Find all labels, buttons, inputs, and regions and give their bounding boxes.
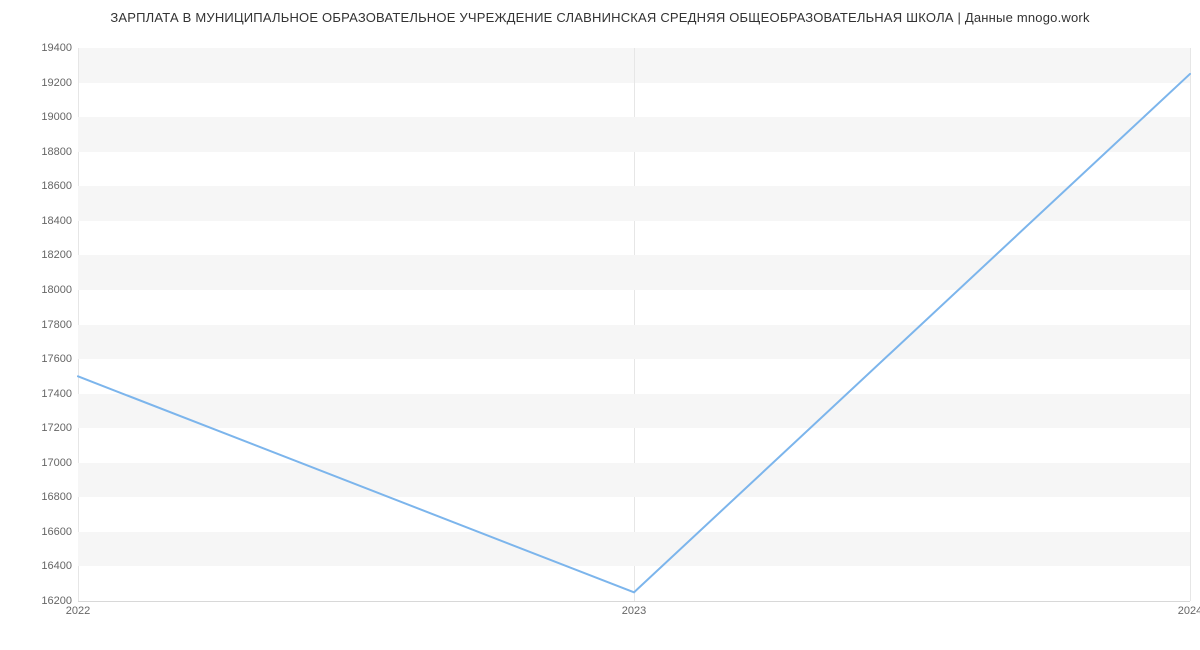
y-tick-label: 16800: [8, 491, 72, 503]
series-line: [78, 74, 1190, 592]
x-tick-label: 2023: [622, 605, 646, 617]
y-tick-label: 17400: [8, 388, 72, 400]
chart-container: ЗАРПЛАТА В МУНИЦИПАЛЬНОЕ ОБРАЗОВАТЕЛЬНОЕ…: [0, 0, 1200, 650]
plot-area: [78, 48, 1190, 602]
y-tick-label: 19000: [8, 111, 72, 123]
y-tick-label: 16600: [8, 526, 72, 538]
y-tick-label: 17000: [8, 457, 72, 469]
y-tick-label: 19400: [8, 42, 72, 54]
x-tick-label: 2022: [66, 605, 90, 617]
y-tick-label: 19200: [8, 77, 72, 89]
y-tick-label: 18200: [8, 249, 72, 261]
y-tick-label: 18800: [8, 146, 72, 158]
y-tick-label: 16200: [8, 595, 72, 607]
y-tick-label: 18000: [8, 284, 72, 296]
y-tick-label: 16400: [8, 560, 72, 572]
y-tick-label: 17200: [8, 422, 72, 434]
y-tick-label: 17800: [8, 319, 72, 331]
y-tick-label: 18600: [8, 180, 72, 192]
y-tick-label: 18400: [8, 215, 72, 227]
x-grid-line: [1190, 48, 1191, 601]
y-tick-label: 17600: [8, 353, 72, 365]
chart-title: ЗАРПЛАТА В МУНИЦИПАЛЬНОЕ ОБРАЗОВАТЕЛЬНОЕ…: [0, 10, 1200, 25]
x-tick-label: 2024: [1178, 605, 1200, 617]
line-series: [78, 48, 1190, 601]
